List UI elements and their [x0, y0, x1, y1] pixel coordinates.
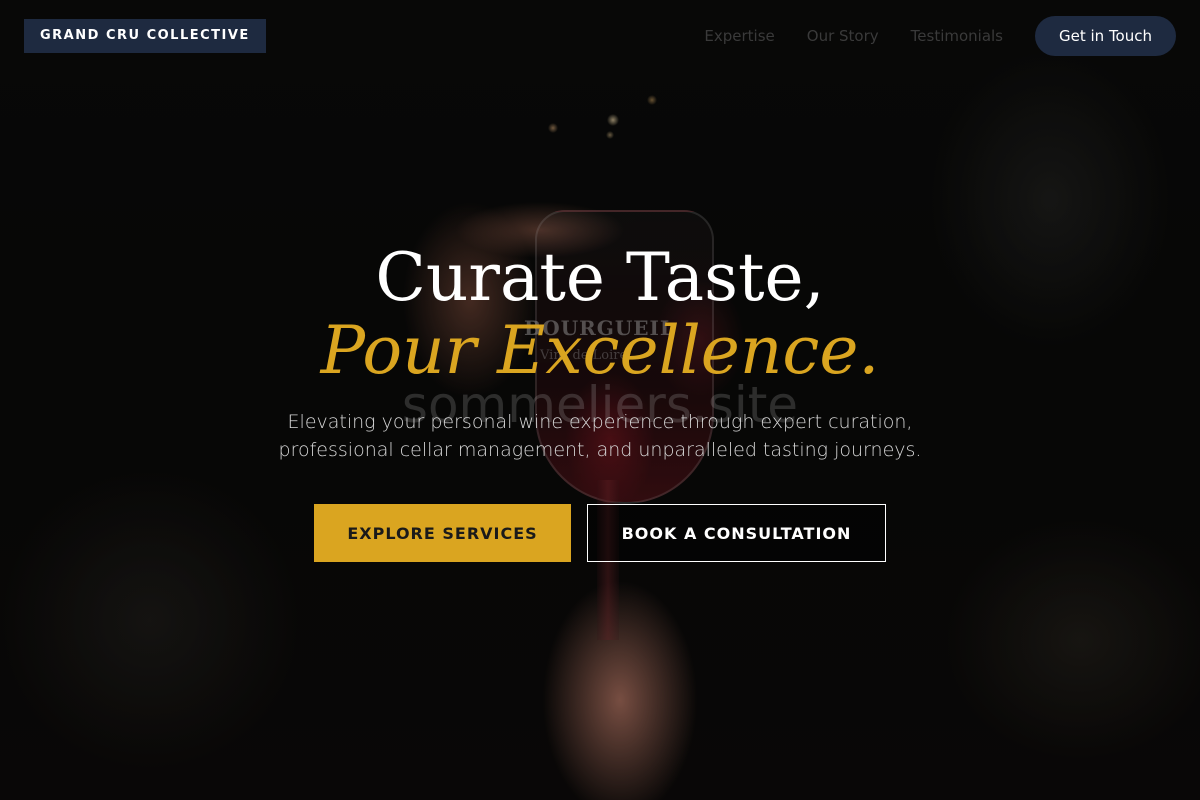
site-header: GRAND CRU COLLECTIVE Expertise Our Story…	[0, 0, 1200, 72]
hero-subtext-line2: professional cellar management, and unpa…	[278, 439, 922, 461]
hero-subtext-line1: Elevating your personal wine experience …	[287, 411, 913, 433]
hero-section: Curate Taste, Pour Excellence. Elevating…	[0, 240, 1200, 562]
brand-logo[interactable]: GRAND CRU COLLECTIVE	[24, 19, 266, 53]
hero-headline-line2: Pour Excellence.	[320, 312, 880, 389]
get-in-touch-button[interactable]: Get in Touch	[1035, 16, 1176, 56]
nav-link-our-story[interactable]: Our Story	[807, 16, 879, 56]
hero-subtext: Elevating your personal wine experience …	[250, 408, 950, 464]
hero-page: BOURGUEIL Vins de Loire GRAND CRU COLLEC…	[0, 0, 1200, 800]
main-nav: Expertise Our Story Testimonials Get in …	[704, 16, 1176, 56]
book-consultation-button[interactable]: BOOK A CONSULTATION	[587, 504, 886, 562]
hero-buttons: EXPLORE SERVICES BOOK A CONSULTATION	[0, 504, 1200, 562]
nav-link-expertise[interactable]: Expertise	[704, 16, 774, 56]
explore-services-button[interactable]: EXPLORE SERVICES	[314, 504, 571, 562]
nav-link-testimonials[interactable]: Testimonials	[911, 16, 1003, 56]
hero-headline-line1: Curate Taste,	[375, 239, 825, 316]
